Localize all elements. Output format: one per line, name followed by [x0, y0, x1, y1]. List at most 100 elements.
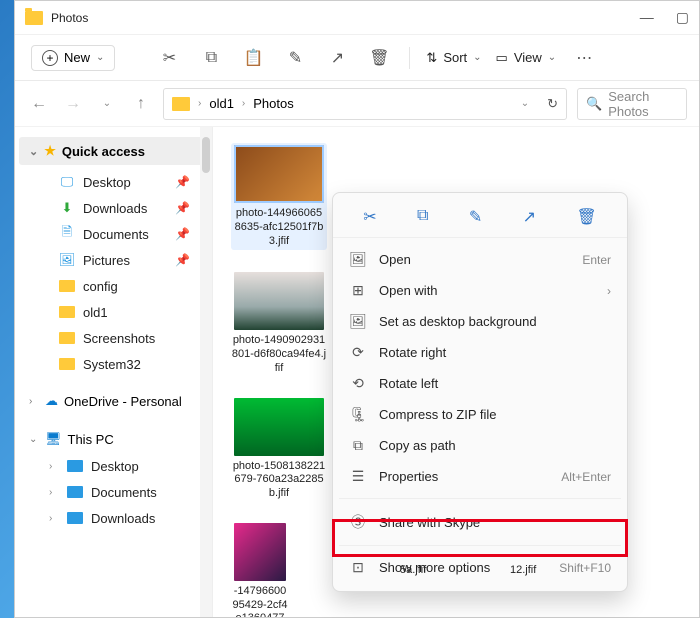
pin-icon: 📌 [175, 175, 190, 189]
sort-label: Sort [443, 50, 467, 65]
menu-item-share-with-skype[interactable]: ⓈShare with Skype [333, 505, 627, 539]
menu-item-label: Rotate right [379, 345, 446, 360]
documents-icon: 🗎 [59, 226, 75, 242]
up-button[interactable]: ↑ [129, 95, 153, 113]
rotate-r-icon: ⟳ [349, 344, 367, 361]
share-button[interactable]: ↗ [319, 48, 355, 68]
sidebar-item-pictures[interactable]: 🖼Pictures📌 [15, 247, 212, 273]
chevron-icon: › [242, 98, 245, 109]
cm-share-button[interactable]: ↗ [523, 207, 536, 227]
new-button[interactable]: + New ⌄ [31, 45, 115, 71]
sidebar-item-label: Pictures [83, 253, 130, 268]
thispc-item-desktop[interactable]: ›Desktop [15, 453, 212, 479]
pc-icon: 🖥 [45, 431, 62, 447]
menu-item-label: Rotate left [379, 376, 438, 391]
file-item[interactable]: photo-1508138221679-760a23a2285b.jfif [231, 398, 327, 501]
folder-icon [59, 356, 75, 372]
file-label-fragment: 12.jfif [510, 564, 536, 576]
view-button[interactable]: ▭ View ⌄ [492, 46, 561, 70]
sidebar-item-label: System32 [83, 357, 141, 372]
sort-icon: ⇅ [426, 50, 437, 66]
file-name: photo-1508138221679-760a23a2285b.jfif [231, 460, 327, 501]
sidebar-item-downloads[interactable]: ⬇ Downloads 📌 [15, 195, 212, 221]
sort-button[interactable]: ⇅ Sort ⌄ [422, 46, 485, 70]
sidebar-scrollbar[interactable] [200, 127, 212, 617]
pin-icon: 📌 [175, 201, 190, 215]
address-bar[interactable]: › old1 › Photos ⌄ ↻ [163, 88, 567, 120]
folder-icon [172, 97, 190, 111]
menu-item-rotate-right[interactable]: ⟳ Rotate right [333, 337, 627, 368]
sidebar-item-system32[interactable]: System32 [15, 351, 212, 377]
sidebar-item-config[interactable]: config [15, 273, 212, 299]
cm-rename-button[interactable]: ✎ [469, 207, 482, 227]
menu-item-rotate-left[interactable]: ⟲ Rotate left [333, 368, 627, 399]
more-icon: ⊡ [349, 559, 367, 576]
menu-item-label: Properties [379, 469, 438, 484]
refresh-button[interactable]: ↻ [547, 96, 558, 112]
menu-item-label: Show more options [379, 560, 490, 575]
image-icon: 🖼 [349, 251, 367, 268]
file-item[interactable]: photo-1449660658635-afc12501f7b3.jfif [231, 143, 327, 250]
openwith-icon: ⊞ [349, 282, 367, 299]
file-name: photo-1490902931801-d6f80ca94fe4.jfif [231, 334, 327, 375]
copy-button[interactable]: ⧉ [193, 49, 229, 67]
forward-button[interactable]: → [61, 95, 85, 113]
this-pc-item[interactable]: ⌄ 🖥 This PC [15, 425, 212, 453]
rename-button[interactable]: ✎ [277, 48, 313, 68]
sidebar-item-label: config [83, 279, 118, 294]
menu-item-compress-to-zip-file[interactable]: 🗜Compress to ZIP file [333, 399, 627, 430]
thispc-item-downloads[interactable]: ›Downloads [15, 505, 212, 531]
copypath-icon: ⧉ [349, 437, 367, 454]
back-button[interactable]: ← [27, 95, 51, 113]
sidebar-item-documents[interactable]: 🗎Documents📌 [15, 221, 212, 247]
sidebar-item-desktop[interactable]: 🖵Desktop📌 [15, 169, 212, 195]
breadcrumb-part[interactable]: old1 [209, 96, 234, 111]
menu-item-label: Compress to ZIP file [379, 407, 497, 422]
delete-button[interactable]: 🗑 [361, 48, 397, 68]
plus-icon: + [42, 50, 58, 66]
minimize-button[interactable]: — [640, 9, 654, 26]
thumbnail-image [234, 272, 324, 330]
cm-cut-button[interactable]: ✂ [363, 207, 376, 227]
file-item[interactable]: -1479660095429-2cf4e13604772.jfif [231, 523, 289, 617]
onedrive-item[interactable]: › ☁ OneDrive - Personal [15, 387, 212, 415]
menu-item-open-with[interactable]: ⊞Open with› [333, 275, 627, 306]
folder-icon [67, 484, 83, 500]
sidebar-item-old1[interactable]: old1 [15, 299, 212, 325]
downloads-icon: ⬇ [59, 200, 75, 216]
view-icon: ▭ [496, 50, 508, 66]
pin-icon: 📌 [175, 227, 190, 241]
file-item[interactable]: photo-1490902931801-d6f80ca94fe4.jfif [231, 272, 327, 375]
quick-access-label: Quick access [62, 144, 145, 159]
menu-item-properties[interactable]: ☰PropertiesAlt+Enter [333, 461, 627, 492]
file-name: photo-1449660658635-afc12501f7b3.jfif [233, 207, 325, 248]
cm-copy-button[interactable]: ⧉ [417, 207, 428, 227]
paste-button[interactable]: 📋 [235, 48, 271, 68]
pin-icon: 📌 [175, 253, 190, 267]
maximize-button[interactable]: ▢ [676, 9, 689, 26]
quick-access-header[interactable]: ⌄ ★ Quick access [19, 137, 204, 165]
cut-button[interactable]: ✂ [151, 48, 187, 68]
search-input[interactable]: 🔍 Search Photos [577, 88, 687, 120]
chevron-down-icon[interactable]: ⌄ [521, 98, 529, 109]
thumbnail-image [234, 145, 324, 203]
more-button[interactable]: ⋯ [566, 48, 602, 68]
breadcrumb-part[interactable]: Photos [253, 96, 293, 111]
star-icon: ★ [44, 143, 56, 159]
sidebar-item-screenshots[interactable]: Screenshots [15, 325, 212, 351]
onedrive-label: OneDrive - Personal [64, 394, 182, 409]
file-label-fragment: 5a.jfif [400, 564, 426, 576]
menu-item-label: Open with [379, 283, 438, 298]
desktop-icon: 🖵 [59, 174, 75, 190]
menu-item-open[interactable]: 🖼OpenEnter [333, 244, 627, 275]
sidebar-item-label: Downloads [83, 201, 147, 216]
cloud-icon: ☁ [45, 393, 58, 409]
menu-item-copy-as-path[interactable]: ⧉Copy as path [333, 430, 627, 461]
recent-button[interactable]: ⌄ [95, 98, 119, 109]
menu-item-show-more-options[interactable]: ⊡Show more optionsShift+F10 [333, 552, 627, 583]
thispc-item-documents[interactable]: ›Documents [15, 479, 212, 505]
menu-item-set-as-desktop-background[interactable]: 🖼Set as desktop background [333, 306, 627, 337]
rotate-l-icon: ⟲ [349, 375, 367, 392]
cm-delete-button[interactable]: 🗑 [576, 207, 596, 227]
picture-icon: 🖼 [349, 313, 367, 330]
